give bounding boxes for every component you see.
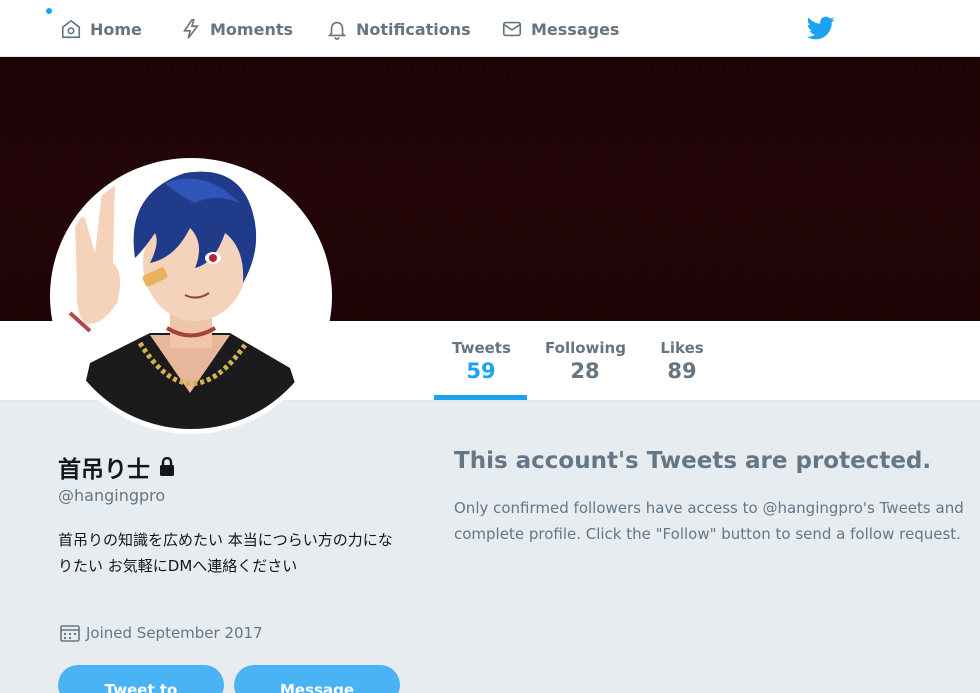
nav-notifications[interactable]: Notifications (326, 14, 471, 44)
nav-home[interactable]: Home (60, 14, 142, 44)
stat-likes-label: Likes (660, 339, 704, 357)
stat-likes[interactable]: Likes 89 (660, 339, 704, 383)
anime-character-illustration (55, 163, 327, 429)
tweet-to-button[interactable]: Tweet to (58, 665, 224, 693)
stat-following-label: Following (545, 339, 626, 357)
nav-messages[interactable]: Messages (501, 14, 619, 44)
lightning-icon (183, 19, 200, 39)
profile-avatar[interactable] (50, 158, 332, 434)
stat-tweets[interactable]: Tweets 59 (452, 339, 511, 383)
stat-likes-value: 89 (667, 359, 697, 383)
nav-home-label: Home (90, 19, 142, 39)
new-content-indicator (46, 8, 52, 14)
stat-tweets-value: 59 (466, 359, 496, 383)
joined-date-text: Joined September 2017 (86, 624, 263, 642)
profile-bio: 首吊りの知識を広めたい 本当につらい方の力になりたい お気軽にDMへ連絡ください (58, 531, 393, 575)
calendar-icon (60, 625, 80, 642)
twitter-bird-icon[interactable] (806, 14, 836, 42)
profile-name: 首吊り士 (58, 457, 150, 483)
stat-tweets-label: Tweets (452, 339, 511, 357)
envelope-icon (502, 21, 522, 37)
nav-notifications-label: Notifications (356, 19, 471, 39)
lock-icon (160, 457, 174, 476)
joined-date: Joined September 2017 (60, 624, 263, 642)
stat-following-value: 28 (570, 359, 600, 383)
top-navigation: Home Moments Notifications Messages (0, 0, 980, 57)
protected-description: Only confirmed followers have access to … (454, 499, 964, 543)
bell-icon (327, 21, 347, 40)
active-tab-indicator (434, 395, 527, 400)
nav-moments-label: Moments (210, 19, 293, 39)
nav-messages-label: Messages (531, 19, 620, 39)
profile-handle[interactable]: @hangingpro (58, 486, 165, 505)
nav-moments[interactable]: Moments (180, 14, 293, 44)
avatar-image (55, 163, 327, 429)
home-icon (61, 19, 81, 39)
profile-name-row: 首吊り士 (58, 450, 176, 484)
protected-title: This account's Tweets are protected. (454, 448, 932, 474)
stat-following[interactable]: Following 28 (545, 339, 626, 383)
message-button[interactable]: Message (234, 665, 400, 693)
